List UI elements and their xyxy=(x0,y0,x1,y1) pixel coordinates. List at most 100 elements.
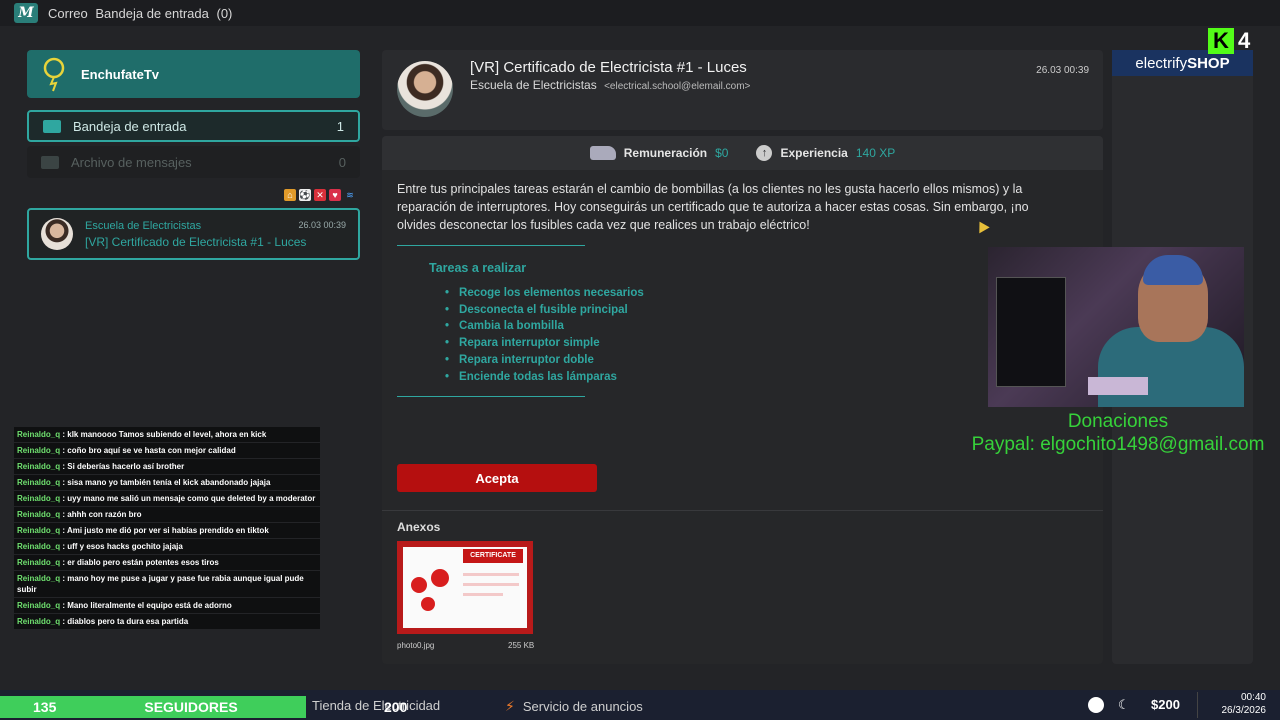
chat-username: Reinaldo_q xyxy=(17,558,61,567)
clock-time: 00:40 xyxy=(1240,692,1266,703)
chat-message: Reinaldo_q : uyy mano me salió un mensaj… xyxy=(14,491,320,506)
folder-label: Archivo de mensajes xyxy=(71,154,192,170)
chat-text: : mano hoy me puse a jugar y pase fue ra… xyxy=(17,574,304,594)
certificate-heading: CERTIFICATE xyxy=(463,549,523,563)
task-item: Repara interruptor simple xyxy=(445,335,644,352)
chat-username: Reinaldo_q xyxy=(17,601,61,610)
chat-text: : klk manoooo Tamos subiendo el level, a… xyxy=(62,430,267,439)
divider xyxy=(397,396,585,397)
task-list: Recoge los elementos necesariosDesconect… xyxy=(445,285,644,385)
chat-text: : Si deberías hacerlo así brother xyxy=(62,462,185,471)
brand-name: EnchufateTv xyxy=(81,66,160,82)
chat-username: Reinaldo_q xyxy=(17,542,61,551)
task-item: Desconecta el fusible principal xyxy=(445,302,644,319)
sender-avatar xyxy=(41,218,73,250)
chat-text: : sisa mano yo también tenía el kick aba… xyxy=(62,478,271,487)
status-icons: ⌂ ⚽ ✕ ♥ ≋ xyxy=(284,189,356,201)
wifi-icon: ≋ xyxy=(346,190,354,200)
current-folder-title: Bandeja de entrada xyxy=(95,5,209,21)
xp-value: 140 XP xyxy=(855,146,896,160)
chat-text: : uff y esos hacks gochito jajaja xyxy=(62,542,183,551)
payment-hand-icon xyxy=(589,146,616,160)
chat-message: Reinaldo_q : sisa mano yo también tenía … xyxy=(14,475,320,490)
attachment-filename: photo0.jpg xyxy=(397,641,435,650)
tasks-title: Tareas a realizar xyxy=(429,261,527,275)
shop-brand-bold: SHOP xyxy=(1187,54,1230,72)
current-folder-count: (0) xyxy=(216,5,233,21)
message-sender: Escuela de Electricistas xyxy=(85,219,202,232)
chat-username: Reinaldo_q xyxy=(17,430,61,439)
chat-text: : Ami justo me dió por ver si habías pre… xyxy=(62,526,269,535)
tools-icon: ✕ xyxy=(314,189,326,201)
folder-inbox[interactable]: Bandeja de entrada 1 xyxy=(27,110,360,142)
followers-label: SEGUIDORES xyxy=(144,699,238,715)
app-logo-icon: M xyxy=(14,3,38,23)
attachment-thumbnail[interactable]: CERTIFICATE xyxy=(397,541,533,634)
task-item: Repara interruptor doble xyxy=(445,352,644,369)
money-balance: $200 xyxy=(1151,697,1180,712)
reward-bar: Remuneración $0 ↑ Experiencia 140 XP xyxy=(382,136,1103,170)
email-date: 26.03 00:39 xyxy=(1036,65,1089,76)
soccer-icon: ⚽ xyxy=(299,189,311,201)
window-title: Correo Bandeja de entrada (0) xyxy=(48,6,236,21)
taskbar-store[interactable]: Tienda de Electricidad xyxy=(290,698,440,713)
chat-text: : er diablo pero están potentes esos tir… xyxy=(62,558,219,567)
chat-text: : Mano literalmente el equipo está de ad… xyxy=(62,601,232,610)
folder-archive[interactable]: Archivo de mensajes 0 xyxy=(27,146,360,178)
kick-number: 4 xyxy=(1238,28,1251,53)
chat-text: : ahhh con razón bro xyxy=(62,510,142,519)
chat-text: : uyy mano me salió un mensaje como que … xyxy=(62,494,316,503)
clock: 00:40 26/3/2026 xyxy=(1206,690,1267,717)
chat-username: Reinaldo_q xyxy=(17,617,61,626)
chat-message: Reinaldo_q : ahhh con razón bro xyxy=(14,507,320,522)
ads-label: Servicio de anuncios xyxy=(522,699,643,714)
level-up-icon: ↑ xyxy=(756,145,773,161)
moon-icon: ☾ xyxy=(1118,697,1130,712)
chat-username: Reinaldo_q xyxy=(17,510,61,519)
chat-message: Reinaldo_q : Mano literalmente el equipo… xyxy=(14,598,320,613)
attachment-size: 255 KB xyxy=(508,641,535,650)
envelope-icon xyxy=(43,119,61,133)
chat-message: Reinaldo_q : mano hoy me puse a jugar y … xyxy=(14,571,320,597)
stream-chat: Reinaldo_q : klk manoooo Tamos subiendo … xyxy=(14,427,320,630)
chat-message: Reinaldo_q : er diablo pero están potent… xyxy=(14,555,320,570)
chat-message: Reinaldo_q : uff y esos hacks gochito ja… xyxy=(14,539,320,554)
folder-count: 1 xyxy=(336,118,344,134)
chat-username: Reinaldo_q xyxy=(17,478,61,487)
message-subject: [VR] Certificado de Electricista #1 - Lu… xyxy=(85,234,307,249)
shop-brand-light: electrify xyxy=(1135,54,1188,72)
chat-message: Reinaldo_q : Si deberías hacerlo así bro… xyxy=(14,459,320,474)
brand-header: EnchufateTv xyxy=(27,50,360,98)
task-item: Cambia la bombilla xyxy=(445,318,644,335)
lightbulb-icon xyxy=(43,57,65,92)
lightning-icon: ⚡ xyxy=(505,698,515,714)
taskbar-ads[interactable]: ⚡ Servicio de anuncios xyxy=(505,698,643,715)
chat-username: Reinaldo_q xyxy=(17,526,61,535)
store-label: Tienda de Electricidad xyxy=(312,698,441,713)
sender-name: Escuela de Electricistas xyxy=(470,78,597,92)
donations-paypal: Paypal: elgochito1498@gmail.com xyxy=(971,434,1265,455)
email-text: Entre tus principales tareas estarán el … xyxy=(397,182,1029,232)
chat-username: Reinaldo_q xyxy=(17,446,61,455)
task-item: Recoge los elementos necesarios xyxy=(445,285,644,302)
divider xyxy=(1197,692,1198,718)
donations-title: Donaciones xyxy=(1067,411,1169,432)
xp-label: Experiencia xyxy=(780,146,848,160)
task-item: Enciende todas las lámparas xyxy=(445,369,644,386)
clock-date: 26/3/2026 xyxy=(1221,705,1267,716)
theme-toggle[interactable] xyxy=(1088,697,1104,713)
chat-text: : coño bro aquí se ve hasta con mejor ca… xyxy=(62,446,236,455)
message-list-item[interactable]: Escuela de Electricistas 26.03 00:39 [VR… xyxy=(27,208,360,260)
accept-button[interactable]: Acepta xyxy=(397,464,597,492)
email-header: [VR] Certificado de Electricista #1 - Lu… xyxy=(382,50,1103,130)
chat-message: Reinaldo_q : Ami justo me dió por ver si… xyxy=(14,523,320,538)
reward-value: $0 xyxy=(715,146,729,160)
sender-avatar xyxy=(397,61,453,117)
chat-message: Reinaldo_q : coño bro aquí se ve hasta c… xyxy=(14,443,320,458)
email-sender: Escuela de Electricistas <electrical.sch… xyxy=(470,78,750,92)
followers-overlay: 135 SEGUIDORES xyxy=(0,696,306,718)
folder-count: 0 xyxy=(338,154,346,170)
kick-icon: K xyxy=(1208,28,1234,54)
message-date: 26.03 00:39 xyxy=(298,219,346,230)
folder-label: Bandeja de entrada xyxy=(73,118,187,134)
